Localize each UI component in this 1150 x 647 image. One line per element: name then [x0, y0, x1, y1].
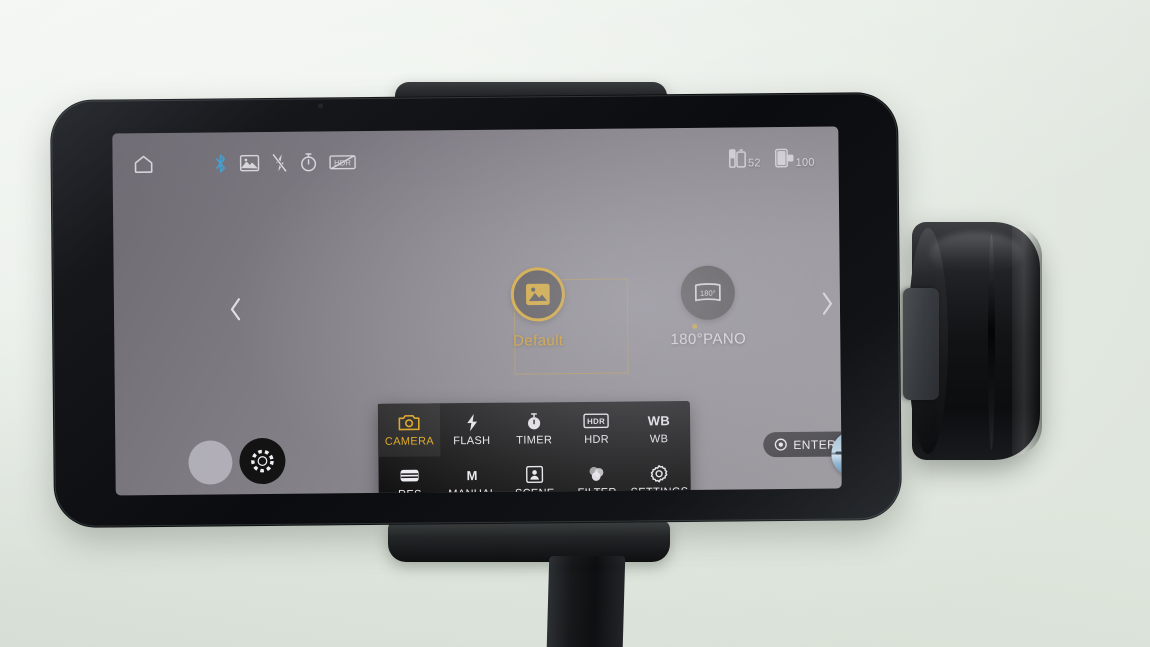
gimbal-clamp-bottom: [388, 520, 670, 562]
enter-back-hint-pill: ENTER BACK: [763, 430, 842, 458]
svg-text:HDR: HDR: [587, 417, 605, 426]
menu-label-manual: MANUAL: [448, 487, 497, 496]
menu-item-settings[interactable]: SETTINGS: [628, 454, 691, 496]
menu-item-camera[interactable]: CAMERA: [377, 403, 441, 457]
motor-specular-highlight: [930, 232, 1022, 272]
thumbnail-boat: [835, 451, 842, 455]
wb-icon: WB: [648, 411, 671, 430]
status-bar: HDR 52 100: [112, 127, 839, 196]
svg-text:180°: 180°: [700, 289, 716, 298]
carousel-next-arrow[interactable]: [814, 287, 840, 321]
mode-label-180-pano: 180°PANO: [670, 330, 747, 349]
menu-item-flash[interactable]: FLASH: [440, 403, 503, 457]
menu-item-hdr[interactable]: HDR HDR: [565, 402, 628, 456]
shutter-button[interactable]: [239, 437, 286, 485]
menu-label-hdr: HDR: [584, 433, 610, 446]
status-bar-right-icons: 52 100: [729, 146, 815, 171]
hdr-off-icon[interactable]: HDR: [328, 152, 356, 172]
timer-icon[interactable]: [298, 152, 318, 174]
enter-label: ENTER: [793, 437, 837, 452]
menu-label-filter: FILTER: [577, 486, 617, 496]
mode-label-default: Default: [513, 332, 564, 350]
mode-carousel: Default 180° 180°PANO: [114, 265, 841, 380]
menu-item-scene[interactable]: SCENE: [503, 455, 566, 495]
menu-label-wb: WB: [649, 432, 669, 445]
menu-label-flash: FLASH: [453, 434, 491, 447]
gimbal-roll-arm-tab: [903, 288, 939, 400]
menu-label-camera: CAMERA: [384, 434, 435, 448]
wb-icon-text: WB: [647, 412, 671, 428]
menu-item-timer[interactable]: TIMER: [503, 402, 566, 456]
manual-icon-text: M: [466, 467, 478, 483]
mode-item-default[interactable]: Default: [482, 267, 595, 350]
flash-off-icon[interactable]: [270, 152, 288, 174]
menu-item-manual[interactable]: M MANUAL: [441, 456, 504, 496]
menu-label-scene: SCENE: [514, 486, 555, 496]
menu-item-res[interactable]: RES: [378, 456, 441, 495]
status-bar-left-icons: HDR: [132, 151, 356, 175]
gimbal-support-post: [546, 556, 626, 647]
filter-icon: [587, 464, 607, 483]
carousel-prev-arrow[interactable]: [222, 292, 248, 326]
pano-180-icon: 180°: [680, 265, 736, 321]
flash-icon: [465, 412, 479, 431]
hdr-icon: HDR: [583, 411, 610, 430]
gimbal-battery-value: 100: [795, 156, 815, 169]
menu-label-res: RES: [398, 488, 422, 496]
menu-item-filter[interactable]: FILTER: [566, 455, 629, 496]
phone-screen: HDR 52 100 Default 180° 180°PANO CAMERA …: [112, 126, 842, 496]
phone-battery: 52: [729, 146, 761, 170]
gallery-icon[interactable]: [238, 153, 260, 173]
settings-menu-panel: CAMERA FLASH TIMER HDR HDR WB WB RES M M…: [377, 400, 691, 496]
phone-front-camera: [318, 103, 324, 109]
menu-label-settings: SETTINGS: [630, 485, 689, 496]
gimbal-battery: 100: [774, 146, 815, 170]
enter-dot-icon: [774, 438, 787, 451]
phone-body: HDR 52 100 Default 180° 180°PANO CAMERA …: [49, 91, 903, 529]
camera-icon: [398, 413, 420, 432]
resolution-icon: [400, 466, 420, 485]
menu-item-wb[interactable]: WB WB: [627, 401, 690, 455]
manual-icon: M: [466, 465, 478, 484]
timer-icon: [525, 412, 543, 431]
mode-item-180-pano[interactable]: 180° 180°PANO: [652, 265, 765, 348]
last-capture-placeholder[interactable]: [188, 440, 233, 485]
scene-icon: [525, 465, 544, 484]
bluetooth-icon[interactable]: [212, 152, 228, 174]
phone-battery-value: 52: [747, 157, 761, 170]
screenshot-scene: HDR 52 100 Default 180° 180°PANO CAMERA …: [0, 0, 1150, 647]
photo-mode-icon: [510, 267, 566, 322]
home-icon[interactable]: [132, 153, 154, 175]
mode-list: Default 180° 180°PANO: [482, 264, 842, 350]
menu-label-timer: TIMER: [516, 433, 553, 447]
settings-gear-icon: [650, 464, 669, 483]
